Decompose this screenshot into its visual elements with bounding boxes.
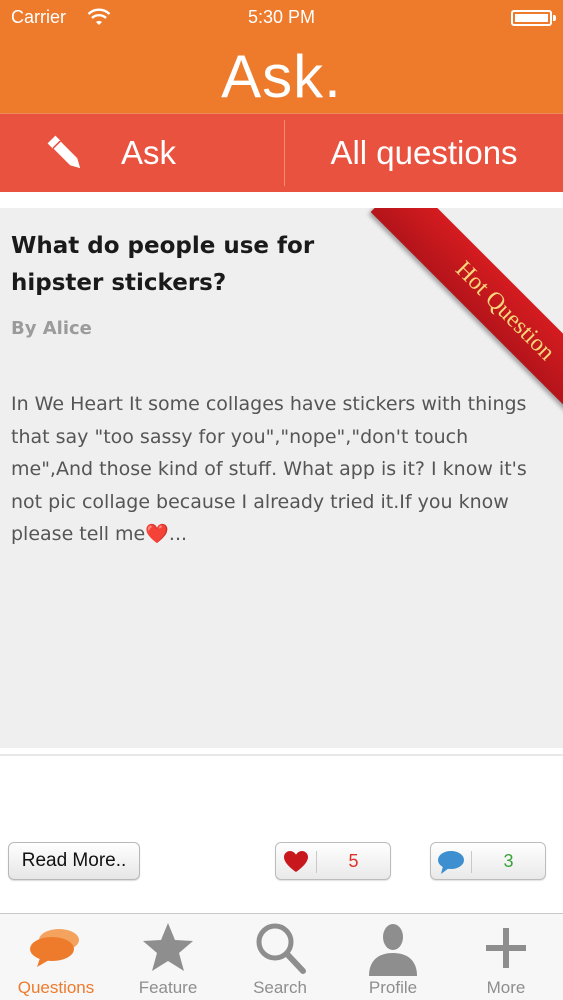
comment-count: 3 (503, 851, 514, 871)
ribbon-band: Hot Question (370, 208, 563, 446)
tab-more[interactable]: More (450, 914, 562, 1000)
question-title: What do people use for hipster stickers? (11, 233, 315, 296)
ribbon-label: Hot Question (450, 255, 561, 366)
spacer (0, 192, 563, 208)
ask-label: Ask (121, 134, 177, 171)
like-button[interactable]: 5 (275, 842, 391, 880)
tab-feature[interactable]: Feature (112, 914, 224, 1000)
heart-icon (284, 851, 308, 872)
read-more-button[interactable]: Read More.. (8, 842, 140, 880)
question-body-ellipsis: ... (168, 523, 188, 545)
status-bar: Carrier 5:30 PM (0, 0, 563, 36)
hot-question-ribbon: Hot Question (300, 208, 563, 468)
tab-bar: Questions Feature Search Profile More (0, 913, 563, 1000)
app-header: Carrier 5:30 PM Ask. (0, 0, 563, 113)
all-questions-label: All questions (330, 134, 518, 171)
tab-profile-label: Profile (368, 978, 418, 997)
question-author: By Alice (11, 318, 92, 339)
tab-more-label: More (486, 978, 526, 997)
question-card[interactable]: What do people use for hipster stickers?… (0, 208, 563, 748)
chat-bubbles-icon (30, 929, 79, 967)
person-icon (369, 924, 417, 976)
tab-questions-label: Questions (17, 978, 95, 997)
tab-search[interactable]: Search (224, 914, 336, 1000)
ask-button[interactable]: Ask (0, 114, 284, 192)
tab-profile[interactable]: Profile (337, 914, 449, 1000)
clock-label: 5:30 PM (247, 7, 316, 27)
segment-control: Ask All questions (0, 113, 563, 192)
battery-icon (511, 10, 556, 26)
plus-icon (486, 928, 526, 968)
magnifier-icon (256, 923, 306, 974)
comment-button[interactable]: 3 (430, 842, 546, 880)
heart-emoji-icon: ❤️ (145, 523, 169, 545)
pencil-icon (47, 135, 81, 169)
comment-bubble-icon (438, 851, 464, 874)
tab-search-label: Search (253, 978, 307, 997)
like-count: 5 (348, 851, 359, 871)
tab-feature-label: Feature (138, 978, 198, 997)
question-actions: Read More.. 5 3 (0, 838, 563, 888)
card-divider (0, 754, 563, 756)
tab-questions[interactable]: Questions (0, 914, 112, 1000)
star-icon (143, 923, 193, 971)
all-questions-button[interactable]: All questions (285, 114, 563, 192)
page-title: Ask. (221, 43, 342, 110)
